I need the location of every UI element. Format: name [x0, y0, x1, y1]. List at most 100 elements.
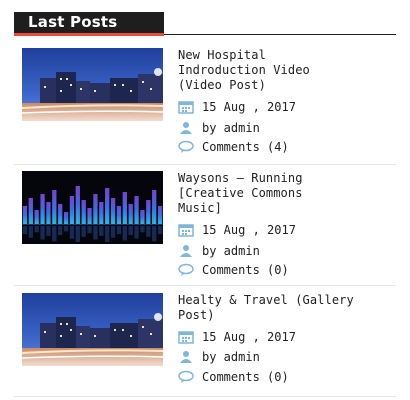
post-title-line: Healty & Travel (Gallery — [178, 293, 354, 307]
equalizer-bar-reflection — [152, 226, 157, 242]
post-title-line: Music] — [178, 201, 222, 215]
equalizer-bar — [52, 190, 57, 224]
equalizer-bar — [69, 196, 75, 224]
header-rule — [164, 34, 396, 35]
post-thumbnail[interactable] — [22, 48, 163, 121]
post-item-1: New Hospital Indroduction Video (Video P… — [22, 48, 396, 158]
equalizer-bar-reflection — [34, 226, 39, 233]
post-author: by admin — [178, 120, 260, 136]
widget-header: Last Posts — [14, 12, 396, 36]
equalizer-bar — [81, 200, 86, 224]
post-title-line: New Hospital — [178, 48, 266, 62]
post-author: by admin — [178, 349, 260, 365]
equalizer-bar-reflection — [122, 226, 127, 241]
equalizer-bar — [87, 208, 92, 224]
equalizer-bar-reflection — [58, 226, 63, 235]
equalizer-bar-reflection — [134, 226, 139, 239]
post-date-text: 15 Aug , 2017 — [202, 100, 296, 114]
equalizer-bar — [63, 212, 69, 224]
equalizer-bar-reflection — [63, 226, 69, 232]
equalizer-bar-reflection — [128, 226, 133, 235]
post-date-text: 15 Aug , 2017 — [202, 330, 296, 344]
user-icon — [178, 350, 194, 364]
post-divider — [14, 396, 396, 397]
post-date-text: 15 Aug , 2017 — [202, 223, 296, 237]
post-comments: Comments (4) — [178, 139, 289, 155]
equalizer-bar — [22, 206, 28, 224]
calendar-icon — [178, 330, 194, 344]
equalizer-bar-reflection — [93, 226, 98, 240]
user-icon — [178, 121, 194, 135]
equalizer-bar — [28, 198, 33, 224]
post-comments: Comments (0) — [178, 262, 289, 278]
post-thumbnail[interactable] — [22, 171, 163, 244]
calendar-icon — [178, 223, 194, 237]
title-accent-underline — [14, 33, 164, 36]
equalizer-bar-reflection — [46, 226, 51, 236]
post-date: 15 Aug , 2017 — [178, 329, 296, 345]
equalizer-bar-reflection — [75, 226, 80, 242]
post-comments-link[interactable]: Comments (4) — [202, 140, 289, 154]
equalizer-bar — [146, 200, 151, 224]
equalizer-bar — [122, 192, 127, 224]
post-title-line: Indroduction Video — [178, 63, 310, 77]
equalizer-bar-reflection — [69, 226, 75, 239]
post-divider — [14, 164, 396, 165]
equalizer-bar — [105, 188, 110, 224]
equalizer-bar — [46, 202, 51, 224]
post-date: 15 Aug , 2017 — [178, 222, 296, 238]
equalizer-bar-reflection — [140, 226, 145, 233]
post-title-line: (Video Post) — [178, 78, 266, 92]
post-divider — [14, 285, 396, 286]
post-item-2: Waysons – Running [Creative Commons Musi… — [22, 171, 396, 281]
equalizer-bar-reflection — [87, 226, 92, 234]
equalizer-bar — [75, 186, 80, 224]
post-thumbnail[interactable] — [22, 293, 163, 366]
post-author: by admin — [178, 243, 260, 259]
comment-icon — [178, 370, 194, 384]
last-posts-widget: Last Posts New Hospital Indroduction Vid… — [0, 0, 410, 400]
equalizer-bar — [110, 198, 116, 224]
equalizer-bar — [128, 204, 133, 224]
equalizer-bar-reflection — [40, 226, 45, 240]
widget-title: Last Posts — [14, 12, 164, 33]
calendar-icon — [178, 100, 194, 114]
equalizer-bar — [134, 196, 139, 224]
post-title-line: Waysons – Running — [178, 171, 303, 185]
equalizer-bar-reflection — [116, 226, 122, 235]
post-title-link[interactable]: New Hospital Indroduction Video (Video P… — [178, 48, 378, 93]
equalizer-bar — [58, 204, 63, 224]
post-author-link[interactable]: by admin — [202, 121, 260, 135]
post-date: 15 Aug , 2017 — [178, 99, 296, 115]
equalizer-bar-reflection — [105, 226, 110, 242]
equalizer-bar — [157, 206, 163, 224]
equalizer-bar-reflection — [28, 226, 33, 238]
equalizer-bar — [40, 194, 45, 224]
equalizer-bar-reflection — [157, 226, 163, 235]
post-title-line: Post) — [178, 308, 215, 322]
post-comments-link[interactable]: Comments (0) — [202, 263, 289, 277]
equalizer-bar-reflection — [146, 226, 151, 237]
audio-equalizer-thumbnail — [22, 171, 163, 244]
equalizer-bar — [116, 206, 122, 224]
equalizer-bar-reflection — [99, 226, 104, 236]
post-author-link[interactable]: by admin — [202, 350, 260, 364]
equalizer-bar-reflection — [110, 226, 116, 238]
equalizer-bar — [152, 190, 157, 224]
equalizer-bar-reflection — [81, 226, 86, 237]
post-item-3: Healty & Travel (Gallery Post) 15 Aug , … — [22, 293, 396, 393]
post-title-link[interactable]: Healty & Travel (Gallery Post) — [178, 293, 378, 323]
post-title-line: [Creative Commons — [178, 186, 303, 200]
equalizer-bar — [93, 194, 98, 224]
equalizer-bar-reflection — [52, 226, 57, 242]
equalizer-bar — [99, 202, 104, 224]
city-night-thumbnail — [22, 48, 163, 121]
user-icon — [178, 244, 194, 258]
post-title-link[interactable]: Waysons – Running [Creative Commons Musi… — [178, 171, 378, 216]
comment-icon — [178, 140, 194, 154]
post-comments: Comments (0) — [178, 369, 289, 385]
comment-icon — [178, 263, 194, 277]
equalizer-bar-reflection — [22, 226, 28, 235]
post-author-link[interactable]: by admin — [202, 244, 260, 258]
post-comments-link[interactable]: Comments (0) — [202, 370, 289, 384]
